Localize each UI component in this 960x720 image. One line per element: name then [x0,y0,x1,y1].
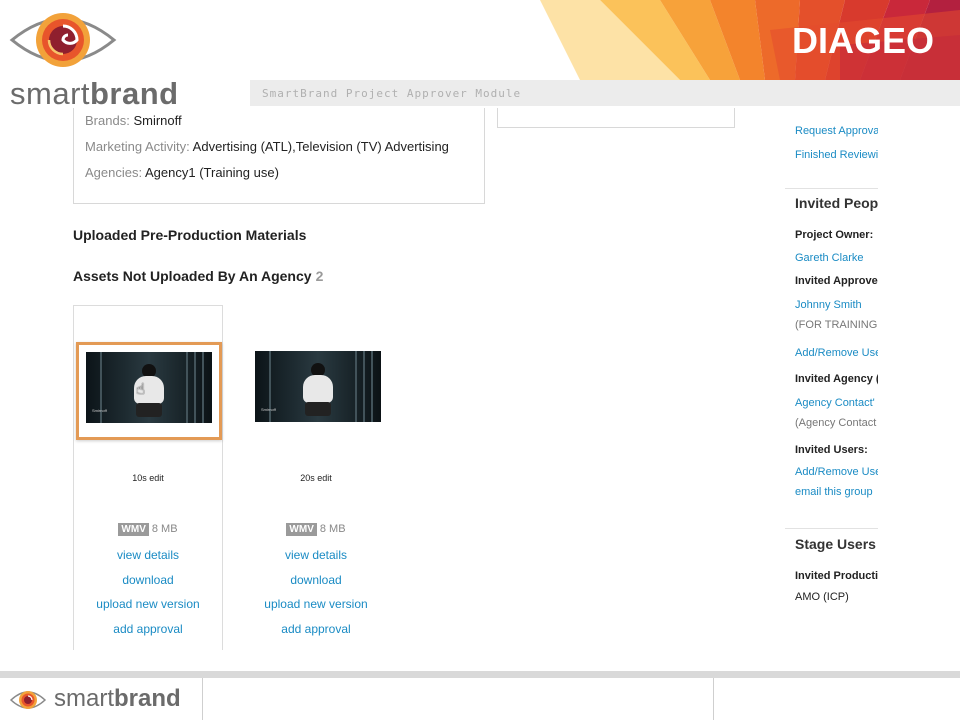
add-approval-link[interactable]: add approval [73,622,223,636]
sidebar-divider [785,528,878,529]
smartbrand-footer-logo-icon [10,691,46,709]
smartbrand-eye-logo-icon [9,13,117,67]
assets-count-badge: 2 [315,268,324,284]
download-link[interactable]: download [73,573,223,587]
secondary-info-panel [497,108,735,128]
file-size: 8 MB [151,523,178,535]
footer-divider [0,671,960,678]
brand-wordmark: smartbrand [10,76,179,108]
module-title-bar: SmartBrand Project Approver Module [248,80,960,106]
asset-name: 10s edit [132,473,164,483]
footer-wordmark-light: smart [54,685,114,712]
asset-thumbnail-selected[interactable]: Smirnoff ☝ [76,342,222,440]
brands-row: Brands: Smirnoff [85,113,182,128]
marketing-activity-value: Advertising (ATL),Television (TV) Advert… [192,139,449,154]
marketing-activity-label: Marketing Activity: [85,139,190,154]
upload-new-version-link[interactable]: upload new version [241,597,391,611]
brands-label: Brands: [85,113,130,128]
asset-thumbnail[interactable]: Smirnoff [243,341,389,439]
video-thumbnail[interactable]: Smirnoff ☝ [86,352,212,423]
uploaded-materials-heading: Uploaded Pre-Production Materials [73,227,307,243]
add-remove-users-link[interactable]: Add/Remove Use [795,347,878,359]
email-group-link[interactable]: email this group [795,486,873,498]
sidebar-divider [785,188,878,189]
thumbnail-caption: Smirnoff [92,408,107,413]
right-sidebar: Request Approva Finished Reviewi Invited… [785,108,878,648]
agencies-row: Agencies: Agency1 (Training use) [85,165,279,180]
footer-separator [202,678,203,720]
asset-name: 20s edit [300,473,332,483]
request-approval-link[interactable]: Request Approva [795,125,878,137]
video-thumbnail[interactable]: Smirnoff [255,351,381,422]
view-details-link[interactable]: view details [241,548,391,562]
module-title: SmartBrand Project Approver Module [262,87,522,100]
brands-value: Smirnoff [133,113,182,128]
asset-file-info: WMV 8 MB [241,523,391,536]
file-format-badge: WMV [118,523,149,536]
agency-contact-link[interactable]: Agency Contact' [795,397,875,409]
project-info-panel: Brands: Smirnoff Marketing Activity: Adv… [73,108,485,204]
asset-file-info: WMV 8 MB [73,523,223,536]
production-value: AMO (ICP) [795,591,849,603]
assets-not-uploaded-heading: Assets Not Uploaded By An Agency 2 [73,268,323,284]
add-remove-users-link-2[interactable]: Add/Remove Use [795,466,878,478]
diageo-logo: DIAGEO [791,20,934,61]
download-link[interactable]: download [241,573,391,587]
add-approval-link[interactable]: add approval [241,622,391,636]
hand-pointer-cursor-icon: ☝ [136,381,146,398]
agencies-label: Agencies: [85,165,143,180]
invited-approvers-label: Invited Approve [795,275,878,287]
footer-separator [713,678,714,720]
project-owner-label: Project Owner: [795,229,874,241]
approver-note: (FOR TRAINING ( [795,319,878,331]
marketing-activity-row: Marketing Activity: Advertising (ATL),Te… [85,139,449,154]
brand-wordmark-bold: brand [90,76,179,108]
agencies-value: Agency1 (Training use) [145,165,279,180]
agency-contact-note: (Agency Contact [795,417,877,429]
finished-reviewing-link[interactable]: Finished Reviewi [795,149,878,161]
project-owner-link[interactable]: Gareth Clarke [795,252,863,264]
app-header: smartbrand DIAGEO SmartBrand Project App… [0,0,960,108]
invited-agency-label: Invited Agency ( [795,373,878,385]
view-details-link[interactable]: view details [73,548,223,562]
thumbnail-caption: Smirnoff [261,407,276,412]
invited-users-label: Invited Users: [795,444,868,456]
footer-wordmark: smartbrand [54,685,181,713]
upload-new-version-link[interactable]: upload new version [73,597,223,611]
invited-people-heading: Invited Peop [795,195,878,211]
app-footer: smartbrand [0,678,960,720]
approver-link[interactable]: Johnny Smith [795,299,862,311]
invited-production-label: Invited Productio [795,570,878,582]
stage-users-heading: Stage Users [795,536,876,552]
brand-wordmark-light: smart [10,76,90,108]
footer-wordmark-bold: brand [114,685,181,712]
assets-not-uploaded-title: Assets Not Uploaded By An Agency [73,268,312,284]
file-format-badge: WMV [286,523,317,536]
file-size: 8 MB [319,523,346,535]
